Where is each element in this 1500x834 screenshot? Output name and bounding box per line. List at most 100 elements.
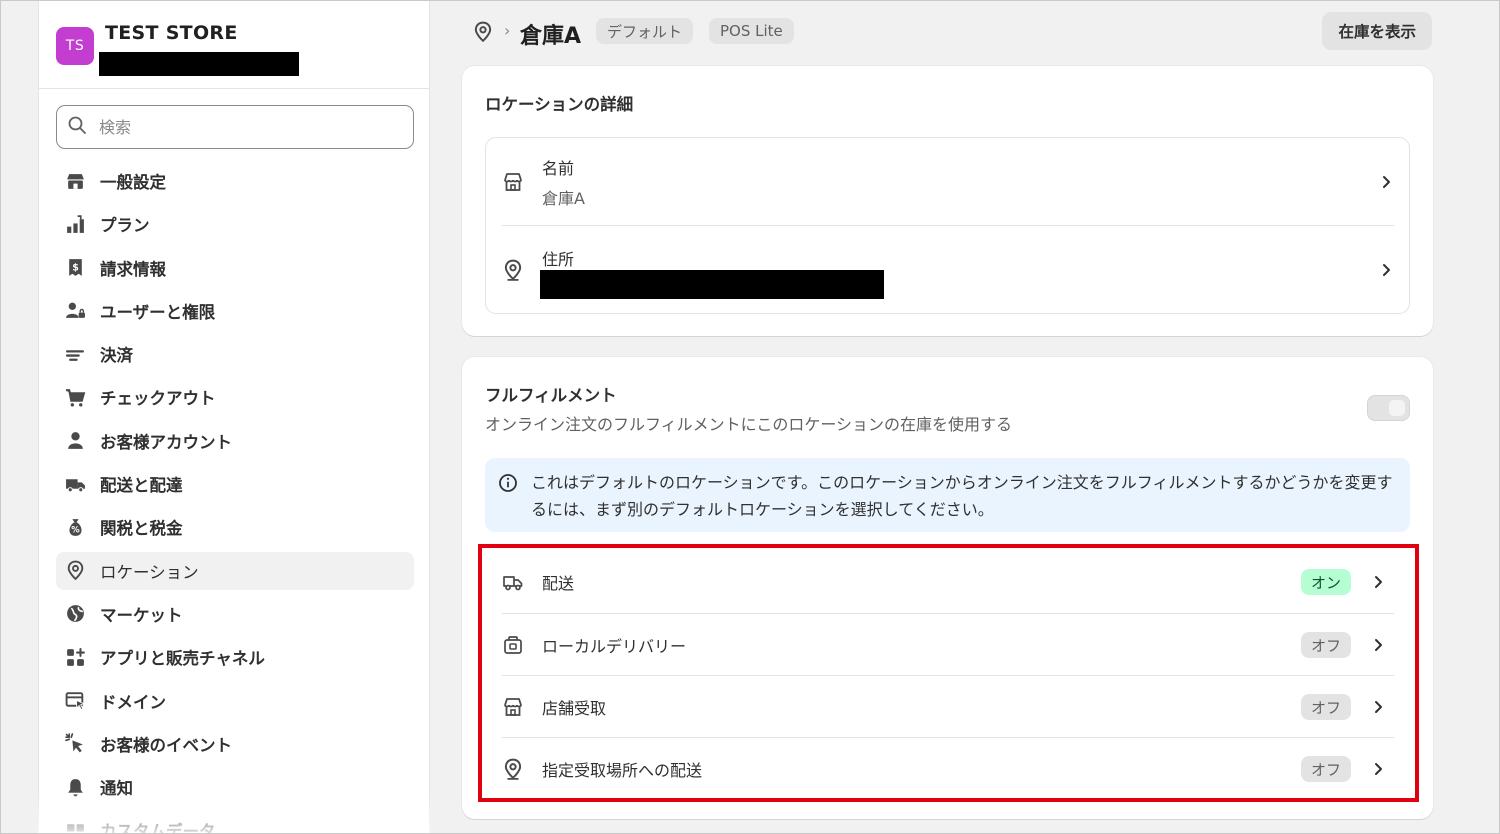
location-pin-icon	[502, 259, 524, 281]
name-value: 倉庫A	[542, 189, 585, 208]
sidebar-item-label: 関税と税金	[100, 519, 183, 539]
sidebar-item-label: お客様のイベント	[100, 735, 232, 755]
chevron-right-icon	[1370, 637, 1386, 653]
apps-icon	[64, 646, 86, 668]
sidebar-item-domains[interactable]: ドメイン	[56, 682, 414, 720]
method-label: 配送	[542, 574, 575, 593]
local-delivery-icon	[502, 634, 524, 656]
sidebar-item-label: お客様アカウント	[100, 432, 232, 452]
status-badge: オフ	[1300, 756, 1351, 782]
sidebar-item-checkout[interactable]: チェックアウト	[56, 378, 414, 416]
domain-icon	[64, 690, 86, 712]
name-label: 名前	[542, 159, 575, 178]
fulfillment-toggle[interactable]	[1367, 395, 1410, 421]
name-row[interactable]: 名前 倉庫A	[502, 158, 1394, 208]
location-pin-icon	[472, 21, 494, 43]
method-label: 店舗受取	[542, 699, 607, 718]
location-pin-icon	[64, 560, 86, 582]
method-label: ローカルデリバリー	[542, 637, 687, 656]
truck-icon	[64, 473, 86, 495]
sidebar-item-billing[interactable]: $ 請求情報	[56, 249, 414, 287]
person-icon	[64, 430, 86, 452]
method-row-pickup-point[interactable]: 指定受取場所への配送 オフ	[502, 738, 1394, 800]
users-lock-icon	[64, 300, 86, 322]
sidebar-item-general[interactable]: 一般設定	[56, 162, 414, 200]
money-bag-icon: %	[64, 516, 86, 538]
default-location-banner: これはデフォルトのロケーションです。このロケーションからオンライン注文をフルフィ…	[485, 458, 1410, 532]
status-badge: オン	[1300, 569, 1351, 595]
location-details-box: 名前 倉庫A 住所	[485, 137, 1410, 314]
default-badge: デフォルト	[596, 18, 694, 44]
fulfillment-description: オンライン注文のフルフィルメントにこのロケーションの在庫を使用する	[485, 415, 1013, 434]
globe-icon	[64, 603, 86, 625]
store-icon	[64, 170, 86, 192]
sidebar-item-label: チェックアウト	[100, 389, 216, 409]
search-icon	[67, 115, 87, 139]
info-icon	[498, 473, 518, 493]
fulfillment-methods-highlight: 配送 オン ローカルデリバリー オフ 店舗受取 オフ 指定受取場所への配送 オフ	[478, 544, 1419, 802]
breadcrumb-separator: ›	[504, 21, 511, 40]
location-details-card: ロケーションの詳細 名前 倉庫A 住所	[462, 66, 1433, 336]
sidebar-item-taxes[interactable]: % 関税と税金	[56, 508, 414, 546]
sidebar-item-label: 請求情報	[100, 259, 166, 279]
sidebar-item-label: ドメイン	[100, 692, 166, 712]
sidebar-item-label: ユーザーと権限	[100, 302, 216, 322]
sidebar-item-plan[interactable]: プラン	[56, 205, 414, 243]
sidebar-item-custom-data[interactable]: カスタムデータ	[56, 811, 414, 834]
store-name: TEST STORE	[105, 22, 238, 44]
chevron-right-icon	[1378, 174, 1394, 190]
sidebar-item-shipping[interactable]: 配送と配達	[56, 465, 414, 503]
view-inventory-button[interactable]: 在庫を表示	[1322, 12, 1432, 50]
svg-text:$: $	[72, 263, 79, 274]
sidebar-item-label: マーケット	[100, 605, 183, 625]
chevron-right-icon	[1370, 699, 1386, 715]
cursor-click-icon	[64, 733, 86, 755]
method-row-shipping[interactable]: 配送 オン	[502, 551, 1394, 613]
sidebar-item-apps[interactable]: アプリと販売チャネル	[56, 638, 414, 676]
sidebar-item-locations[interactable]: ロケーション	[56, 551, 414, 590]
chevron-right-icon	[1378, 262, 1394, 278]
address-label: 住所	[542, 250, 575, 269]
search-input[interactable]	[99, 117, 399, 137]
method-row-local-delivery[interactable]: ローカルデリバリー オフ	[502, 614, 1394, 676]
truck-icon	[502, 571, 524, 593]
redacted-store-domain	[99, 52, 299, 76]
sidebar-item-users[interactable]: ユーザーと権限	[56, 292, 414, 330]
sidebar-item-label: 配送と配達	[100, 476, 183, 496]
page-title: 倉庫A	[520, 24, 582, 49]
fulfillment-card: フルフィルメント オンライン注文のフルフィルメントにこのロケーションの在庫を使用…	[462, 357, 1433, 819]
fulfillment-title: フルフィルメント	[485, 386, 617, 405]
pos-lite-badge: POS Lite	[709, 18, 794, 44]
row-divider	[502, 225, 1394, 226]
payment-icon	[64, 343, 86, 365]
chevron-right-icon	[1370, 761, 1386, 777]
sidebar-item-markets[interactable]: マーケット	[56, 595, 414, 633]
svg-text:%: %	[71, 525, 80, 535]
sidebar-item-label: ロケーション	[100, 562, 199, 582]
settings-search[interactable]	[56, 105, 414, 149]
location-details-title: ロケーションの詳細	[485, 95, 634, 114]
status-badge: オフ	[1300, 694, 1351, 720]
banner-text: これはデフォルトのロケーションです。このロケーションからオンライン注文をフルフィ…	[531, 473, 1393, 519]
settings-nav: 一般設定 プラン $ 請求情報 ユーザーと権限 決済 チェックアウト お客様アカ…	[56, 162, 414, 834]
receipt-icon: $	[64, 257, 86, 279]
store-icon	[502, 171, 524, 193]
status-badge: オフ	[1300, 632, 1351, 658]
sidebar-item-payments[interactable]: 決済	[56, 335, 414, 373]
sidebar-item-customer-events[interactable]: お客様のイベント	[56, 725, 414, 763]
store-avatar[interactable]: TS	[56, 27, 94, 65]
sidebar-item-label: プラン	[100, 216, 150, 236]
sidebar-item-label: 決済	[100, 346, 133, 366]
chevron-right-icon	[1370, 574, 1386, 590]
sidebar-item-customer-accounts[interactable]: お客様アカウント	[56, 422, 414, 460]
bell-icon	[64, 776, 86, 798]
sidebar-item-label: 一般設定	[100, 173, 166, 192]
settings-sidebar: TS TEST STORE 一般設定 プラン $ 請求情報 ユーザーと権限 決済	[38, 0, 430, 834]
method-row-pickup[interactable]: 店舗受取 オフ	[502, 676, 1394, 738]
cart-icon	[64, 386, 86, 408]
store-header: TS TEST STORE	[39, 0, 429, 89]
method-label: 指定受取場所への配送	[542, 761, 703, 780]
sidebar-item-notifications[interactable]: 通知	[56, 768, 414, 806]
sidebar-item-label: 通知	[100, 779, 133, 799]
sidebar-item-label: カスタムデータ	[100, 822, 216, 834]
